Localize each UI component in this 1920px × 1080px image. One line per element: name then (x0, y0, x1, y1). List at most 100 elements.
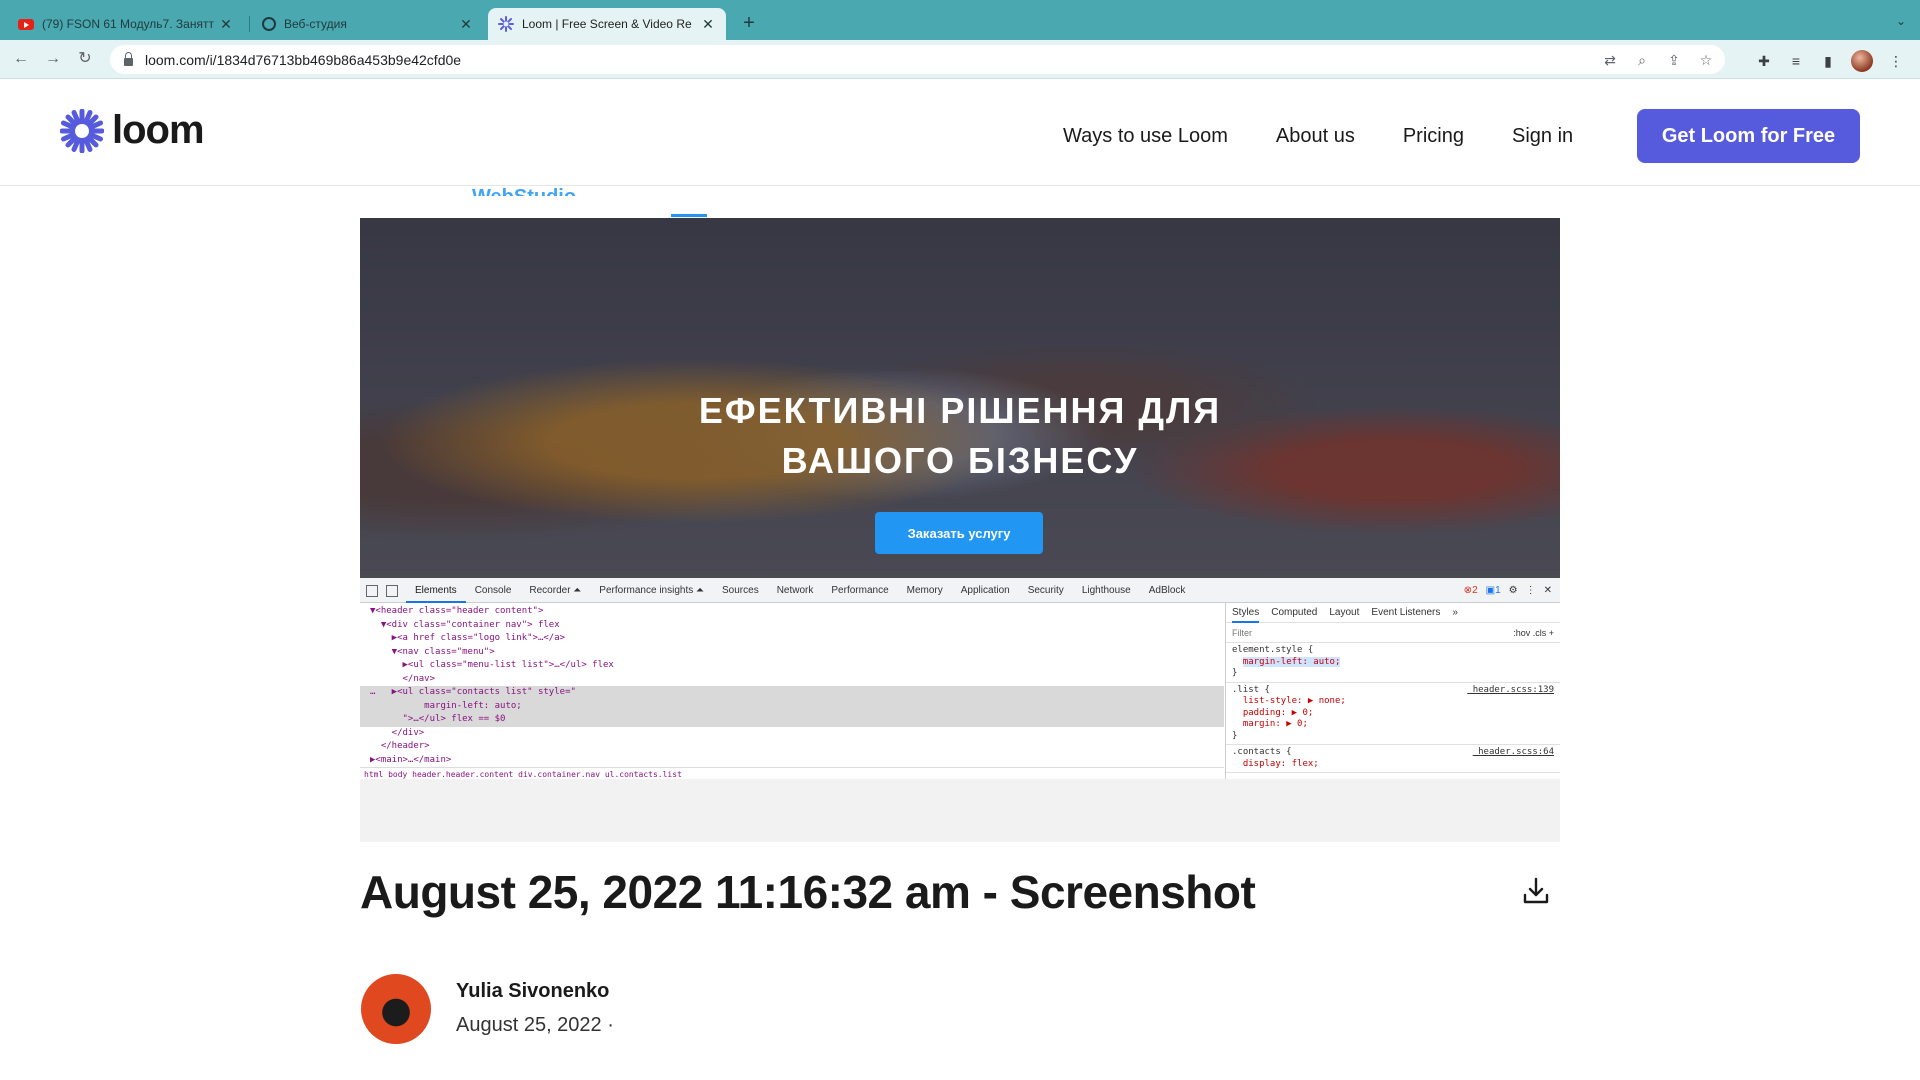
author-avatar[interactable] (361, 974, 431, 1044)
profile-avatar[interactable] (1851, 50, 1873, 72)
devtools-tab: Console (474, 584, 512, 596)
devtools-panel: Elements Console Recorder ⏶ Performance … (360, 579, 1560, 779)
translate-icon[interactable]: ⇄ (1601, 51, 1619, 69)
rule-selector: .list { (1232, 684, 1270, 695)
get-loom-button[interactable]: Get Loom for Free (1637, 109, 1860, 163)
captured-site-logo: WebStudio (472, 186, 576, 196)
hero-title: ЕФЕКТИВНІ РІШЕННЯ ДЛЯ ВАШОГО БІЗНЕСУ (360, 386, 1560, 486)
rule-source: _header.scss:64 (1472, 747, 1554, 757)
computed-tab: Computed (1271, 607, 1318, 618)
dom-line-selected: … ▶<ul class="contacts list" style=" (360, 686, 1224, 700)
lock-icon[interactable] (124, 51, 133, 66)
hero-order-button: Заказать услугу (875, 512, 1043, 554)
nav-pricing[interactable]: Pricing (1403, 125, 1464, 148)
dom-line: ▶<a href class="logo link">…</a> (370, 633, 566, 643)
nav-about-us[interactable]: About us (1276, 125, 1355, 148)
devtools-tab: Network (776, 584, 814, 596)
new-tab-button[interactable]: + (738, 12, 760, 35)
main-nav: Ways to use Loom About us Pricing Sign i… (1063, 125, 1573, 148)
reload-icon[interactable]: ↻ (74, 48, 96, 70)
extensions-puzzle-icon[interactable]: ✚ (1755, 52, 1773, 70)
rule-prop: display: flex; (1242, 758, 1319, 769)
video-title: August 25, 2022 11:16:32 am - Screenshot (360, 866, 1256, 918)
more-kebab-icon: ⋮ (1525, 585, 1536, 596)
message-count-badge: ▣1 (1485, 585, 1501, 596)
screenshot-media[interactable]: WebStudio ЕФЕКТИВНІ РІШЕННЯ ДЛЯ ВАШОГО Б… (360, 186, 1560, 842)
rule-prop: list-style: ▶ none; (1242, 696, 1346, 706)
close-icon[interactable]: ✕ (458, 16, 474, 33)
hero-title-line2: ВАШОГО БІЗНЕСУ (781, 440, 1139, 481)
author-date: August 25, 2022 · (456, 1014, 614, 1036)
hero-title-line1: ЕФЕКТИВНІ РІШЕННЯ ДЛЯ (698, 390, 1222, 431)
devtools-tab: Application (960, 584, 1010, 596)
browser-tab-strip: (79) FSON 61 Модуль7. Занятт ✕ Веб-студи… (0, 0, 1920, 40)
back-arrow-icon[interactable]: ← (10, 48, 32, 70)
styles-tab: Styles (1232, 603, 1260, 623)
nav-ways-to-use[interactable]: Ways to use Loom (1063, 125, 1228, 148)
devtools-tab: Elements (406, 579, 466, 603)
tab-title: Loom | Free Screen & Video Re (522, 17, 692, 31)
dom-line: ▶<main>…</main> (370, 754, 452, 765)
dom-line: </div> (370, 727, 425, 738)
logo-text: loom (112, 108, 205, 152)
address-bar[interactable]: loom.com/i/1834d76713bb469b86a453b9e42cf… (110, 45, 1725, 74)
site-header: loom Ways to use Loom About us Pricing S… (0, 80, 1920, 186)
nav-sign-in[interactable]: Sign in (1512, 125, 1573, 148)
error-count-badge: ⊗2 (1463, 585, 1478, 596)
tab-title: Веб-студия (284, 17, 347, 31)
captured-active-indicator (671, 214, 707, 217)
tab-loom[interactable]: Loom | Free Screen & Video Re ✕ (488, 8, 726, 40)
close-icon[interactable]: ✕ (218, 16, 234, 33)
settings-gear-icon: ⚙ (1508, 585, 1518, 596)
layout-tab: Layout (1329, 607, 1360, 618)
rule-selector: element.style { (1232, 645, 1314, 655)
media-bottom-padding (360, 779, 1560, 842)
browser-toolbar: ← → ↻ loom.com/i/1834d76713bb469b86a453b… (0, 40, 1920, 79)
devtools-tab: Performance insights ⏶ (599, 584, 705, 596)
tab-title: (79) FSON 61 Модуль7. Занятт (42, 17, 214, 31)
close-icon[interactable]: ✕ (700, 16, 716, 33)
filter-tools: :hov .cls + (1513, 627, 1554, 638)
devtools-tab: Lighthouse (1081, 584, 1131, 596)
devtools-tab: Recorder ⏶ (529, 584, 582, 596)
zoom-icon[interactable]: ⌕ (1633, 51, 1651, 69)
globe-icon (262, 17, 276, 31)
side-panel-icon[interactable]: ▮ (1819, 52, 1837, 70)
close-icon: ✕ (1543, 585, 1552, 596)
dom-tree: ▼<header class="header content"> ▼<div c… (360, 603, 1224, 779)
share-icon[interactable]: ⇪ (1665, 51, 1683, 69)
bookmark-star-icon[interactable]: ☆ (1697, 51, 1715, 69)
author-name[interactable]: Yulia Sivonenko (456, 980, 609, 1003)
rule-prop: margin: ▶ 0; (1242, 719, 1308, 729)
filter-placeholder: Filter (1232, 627, 1252, 638)
tab-webstudio[interactable]: Веб-студия ✕ (252, 8, 484, 40)
rule-source: _header.scss:139 (1467, 684, 1554, 695)
media-queue-icon[interactable]: ≡ (1787, 52, 1805, 70)
css-rule: .contacts { display: flex; _header.scss:6… (1226, 745, 1560, 773)
loom-logo[interactable]: loom (60, 108, 205, 153)
youtube-icon (18, 18, 34, 30)
dom-line-selected: margin-left: auto; (360, 699, 1224, 713)
dom-breadcrumbs: html body header.header.content div.cont… (360, 767, 1224, 779)
download-icon[interactable] (1521, 876, 1551, 906)
forward-arrow-icon[interactable]: → (42, 48, 64, 70)
tab-divider (249, 16, 250, 32)
rule-prop: padding: ▶ 0; (1242, 707, 1314, 718)
css-rule: element.style { margin-left: auto; } (1226, 643, 1560, 683)
styles-pane: Styles Computed Layout Event Listeners »… (1225, 603, 1560, 779)
url-text[interactable]: loom.com/i/1834d76713bb469b86a453b9e42cf… (145, 52, 461, 68)
devtools-tabs: Elements Console Recorder ⏶ Performance … (360, 579, 1560, 603)
css-rule: .list { list-style: ▶ none; padding: ▶ 0… (1226, 683, 1560, 745)
captured-site-header: WebStudio (360, 186, 1560, 218)
dom-line: ▼<div class="container nav"> flex (370, 619, 560, 630)
loom-icon (498, 16, 514, 32)
menu-kebab-icon[interactable]: ⋮ (1887, 52, 1905, 70)
tab-search-chevron-icon[interactable]: ⌄ (1896, 14, 1906, 28)
dom-line-selected: ">…</ul> flex == $0 (360, 713, 1224, 727)
tab-youtube[interactable]: (79) FSON 61 Модуль7. Занятт ✕ (8, 8, 244, 40)
devtools-tab: AdBlock (1148, 584, 1186, 596)
devtools-tab: Performance (831, 584, 889, 596)
event-listeners-tab: Event Listeners (1371, 607, 1441, 618)
device-toggle-icon (386, 584, 398, 597)
dom-line: ▼<nav class="menu"> (370, 646, 495, 657)
